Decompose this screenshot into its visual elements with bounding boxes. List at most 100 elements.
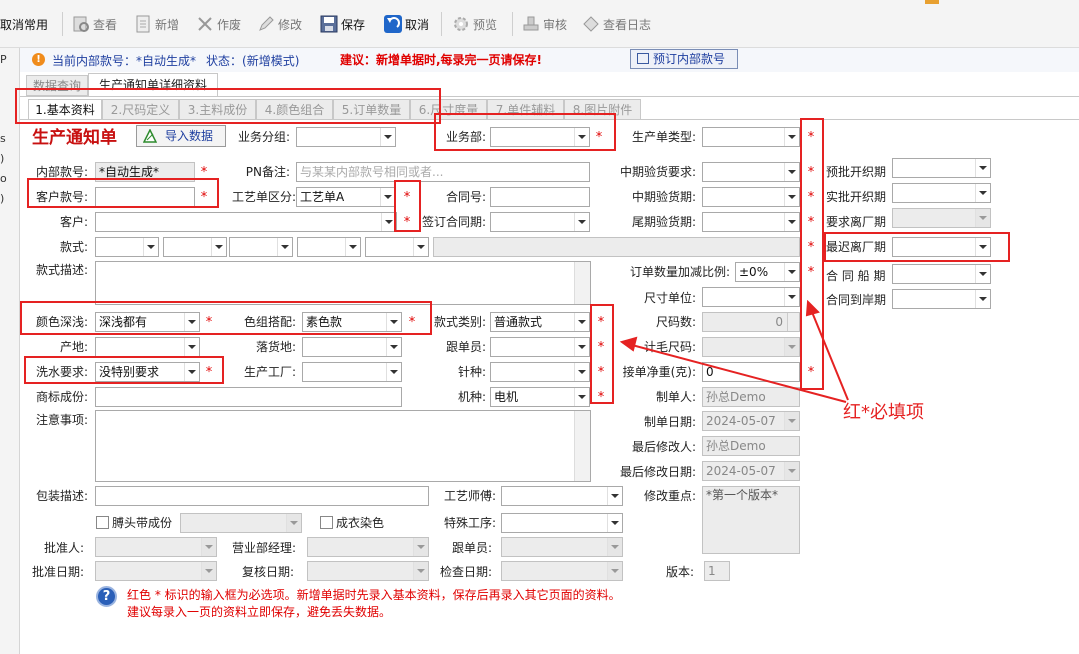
mid-date-select[interactable] bbox=[702, 187, 800, 207]
tab-basic[interactable]: 1.基本资料 bbox=[28, 99, 102, 120]
follower-select[interactable] bbox=[490, 337, 590, 357]
recheck-date-select[interactable] bbox=[307, 561, 429, 581]
change-focus-textarea[interactable]: *第一个版本* bbox=[702, 486, 800, 554]
label-follower2: 跟单员: bbox=[451, 541, 492, 555]
label-style-cat: 款式类别: bbox=[433, 315, 486, 329]
review-button[interactable]: 审核 bbox=[522, 12, 567, 36]
qty-ratio-select[interactable]: ±0% bbox=[735, 262, 800, 282]
cancel-button[interactable]: 取消 bbox=[384, 12, 429, 36]
tab-size-measure[interactable]: 6.尺寸度量 bbox=[410, 99, 487, 120]
dropdown-arrow-icon bbox=[574, 313, 589, 331]
act-fabric-date[interactable] bbox=[892, 183, 991, 203]
biz-group-select[interactable] bbox=[296, 127, 396, 147]
req-factory-date[interactable] bbox=[892, 208, 991, 228]
style-cat-select[interactable]: 普通款式 bbox=[490, 312, 590, 332]
dropdown-arrow-icon bbox=[574, 128, 589, 146]
tab-color-combo[interactable]: 4.颜色组合 bbox=[256, 99, 333, 120]
style-select-2[interactable] bbox=[163, 237, 227, 257]
dropdown-arrow-icon bbox=[386, 313, 401, 331]
label-wash: 洗水要求: bbox=[35, 365, 88, 379]
left-strip-mark: o bbox=[0, 172, 7, 185]
style-desc-textarea[interactable] bbox=[95, 261, 591, 305]
view-log-button[interactable]: 查看日志 bbox=[582, 12, 651, 36]
reserve-no-button[interactable]: 预订内部款号 bbox=[630, 49, 738, 69]
subtab-divider bbox=[20, 119, 1079, 120]
customer-no-input[interactable] bbox=[95, 187, 195, 207]
contract-port-date[interactable] bbox=[892, 289, 991, 309]
contract-no-input[interactable] bbox=[490, 187, 590, 207]
import-data-button[interactable]: 导入数据 bbox=[136, 125, 226, 147]
scrollbar[interactable] bbox=[574, 411, 590, 481]
edit-button[interactable]: 修改 bbox=[257, 12, 302, 36]
warning-icon: ! bbox=[32, 53, 45, 66]
style-select-5[interactable] bbox=[365, 237, 429, 257]
pn-note-input[interactable]: 与某某内部款号相同或者... bbox=[296, 162, 590, 182]
cancel-common-button[interactable]: 取消常用 bbox=[0, 12, 48, 36]
scrollbar[interactable] bbox=[574, 262, 590, 304]
wash-select[interactable]: 没特别要求 bbox=[95, 362, 200, 382]
color-depth-select[interactable]: 深浅都有 bbox=[95, 312, 200, 332]
tab-data-query[interactable]: 数据查询 bbox=[26, 75, 88, 96]
style-select-4[interactable] bbox=[297, 237, 361, 257]
factory-select[interactable] bbox=[302, 362, 402, 382]
label-change-focus: 修改重点: bbox=[643, 489, 696, 503]
dyed-checkbox[interactable] bbox=[320, 516, 333, 529]
tab-order-qty[interactable]: 5.订单数量 bbox=[333, 99, 410, 120]
sales-mgr-select[interactable] bbox=[307, 537, 429, 557]
tab-accessories[interactable]: 7.单件辅料 bbox=[487, 99, 564, 120]
follower2-select[interactable] bbox=[501, 537, 623, 557]
origin-select[interactable] bbox=[95, 337, 200, 357]
dropdown-arrow-icon bbox=[380, 128, 395, 146]
dropdown-arrow-icon bbox=[607, 514, 622, 532]
preview-button[interactable]: 预览 bbox=[452, 12, 497, 36]
dropdown-arrow-icon bbox=[413, 538, 428, 556]
process-type-select[interactable]: 工艺单A bbox=[296, 187, 396, 207]
tab-images[interactable]: 8.图片附件 bbox=[564, 99, 641, 120]
special-select[interactable] bbox=[501, 513, 623, 533]
dest-select[interactable] bbox=[302, 337, 402, 357]
label-comp-checkbox[interactable] bbox=[96, 516, 109, 529]
order-type-select[interactable] bbox=[702, 127, 800, 147]
style-select-1[interactable] bbox=[95, 237, 159, 257]
customer-select[interactable] bbox=[95, 212, 397, 232]
color-match-select[interactable]: 素色款 bbox=[302, 312, 402, 332]
tab-main-material[interactable]: 3.主料成份 bbox=[179, 99, 256, 120]
dropdown-arrow-icon bbox=[975, 290, 990, 308]
machine-select[interactable]: 电机 bbox=[490, 387, 590, 407]
label-comp-select[interactable] bbox=[180, 513, 302, 533]
pack-desc-input[interactable] bbox=[95, 486, 429, 506]
approve-date-select[interactable] bbox=[95, 561, 217, 581]
check-date-select[interactable] bbox=[501, 561, 623, 581]
label-color-depth: 颜色深浅: bbox=[35, 315, 88, 329]
approver-select[interactable] bbox=[95, 537, 217, 557]
biz-dept-select[interactable] bbox=[490, 127, 590, 147]
contract-ship-date[interactable] bbox=[892, 264, 991, 284]
final-date-select[interactable] bbox=[702, 212, 800, 232]
pre-fabric-date[interactable] bbox=[892, 158, 991, 178]
mid-req-select[interactable] bbox=[702, 162, 800, 182]
latest-factory-date[interactable] bbox=[892, 237, 991, 257]
internal-no-field[interactable]: *自动生成* bbox=[95, 162, 195, 182]
required-star: * bbox=[408, 315, 416, 330]
view-button[interactable]: 查看 bbox=[72, 12, 117, 36]
engineer-select[interactable] bbox=[501, 486, 623, 506]
sign-date-select[interactable] bbox=[490, 212, 590, 232]
new-button[interactable]: 新增 bbox=[134, 12, 179, 36]
needle-select[interactable] bbox=[490, 362, 590, 382]
save-button[interactable]: 保存 bbox=[320, 12, 365, 36]
trademark-input[interactable] bbox=[95, 387, 402, 407]
label-sales-mgr: 营业部经理: bbox=[231, 541, 296, 555]
label-approver: 批准人: bbox=[43, 541, 84, 555]
notes-textarea[interactable] bbox=[95, 410, 591, 482]
void-button[interactable]: 作废 bbox=[196, 12, 241, 36]
style-select-3[interactable] bbox=[229, 237, 293, 257]
label-style-desc: 款式描述: bbox=[35, 263, 88, 277]
gear-icon bbox=[452, 15, 470, 33]
tab-detail[interactable]: 生产通知单详细资料 bbox=[88, 73, 218, 97]
dropdown-arrow-icon bbox=[784, 163, 799, 181]
dropdown-arrow-icon bbox=[277, 238, 292, 256]
dropdown-arrow-icon bbox=[381, 213, 396, 231]
label-customer-no: 客户款号: bbox=[35, 190, 88, 204]
tab-size-def[interactable]: 2.尺码定义 bbox=[102, 99, 179, 120]
dropdown-arrow-icon bbox=[574, 213, 589, 231]
